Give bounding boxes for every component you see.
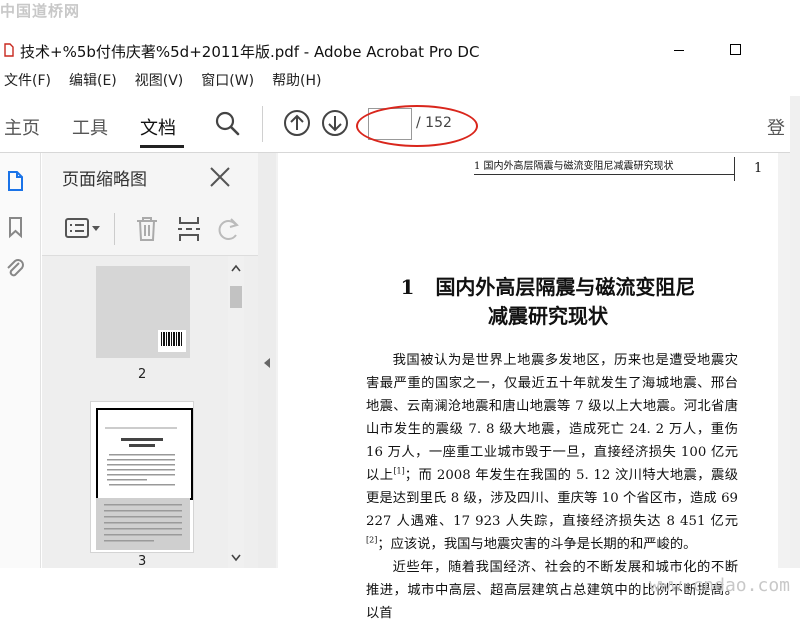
next-page-icon[interactable]: [320, 108, 350, 138]
login-button[interactable]: 登: [767, 114, 785, 140]
red-annotation-ellipse: [356, 105, 478, 147]
header-rule: [734, 157, 735, 181]
page-thumbnails-icon[interactable]: [4, 169, 26, 193]
thumbnail-selection-frame: [96, 408, 193, 500]
thumbnail-toolbar: [42, 203, 258, 256]
thumbnail-list[interactable]: 2 3: [42, 256, 258, 569]
url-watermark: www.cndao.com: [649, 575, 790, 596]
page-thumbnails-panel: 页面缩略图 2 3: [42, 153, 259, 569]
running-head: 1 国内外高层隔震与磁流变阻尼减震研究现状: [474, 157, 734, 175]
page-number: 1: [754, 161, 763, 176]
tab-document[interactable]: 文档: [140, 114, 176, 140]
document-scrollbar[interactable]: [790, 96, 800, 568]
pdf-file-icon: [4, 43, 14, 57]
tab-home[interactable]: 主页: [4, 114, 40, 140]
chapter-title: 1 国内外高层隔震与磁流变阻尼 减震研究现状: [338, 273, 758, 331]
scroll-down-icon[interactable]: [231, 554, 241, 562]
scrollbar-thumb[interactable]: [230, 286, 242, 308]
bookmark-icon[interactable]: [4, 215, 26, 239]
rotate-icon[interactable]: [216, 215, 242, 243]
scroll-up-icon[interactable]: [231, 264, 241, 272]
menu-edit[interactable]: 编辑(E): [69, 70, 117, 94]
citation: [1]: [393, 466, 405, 476]
minimize-button[interactable]: [674, 50, 684, 51]
menu-file[interactable]: 文件(F): [4, 70, 51, 94]
site-watermark: 中国道桥网: [0, 2, 81, 20]
menu-bar: 文件(F) 编辑(E) 视图(V) 窗口(W) 帮助(H): [0, 70, 340, 94]
collapse-panel-icon[interactable]: [262, 357, 272, 369]
insert-page-icon[interactable]: [176, 215, 202, 243]
maximize-button[interactable]: [730, 44, 741, 55]
title-bar: 技术+%5b付伟庆著%5d+2011年版.pdf - Adobe Acrobat…: [0, 36, 800, 66]
attachment-icon[interactable]: [4, 257, 26, 281]
toolbar-separator: [262, 106, 263, 142]
search-icon[interactable]: [212, 108, 242, 138]
close-icon[interactable]: [208, 165, 232, 189]
thumbnail-scrollbar[interactable]: [228, 256, 244, 568]
prev-page-icon[interactable]: [282, 108, 312, 138]
window-title: 技术+%5b付伟庆著%5d+2011年版.pdf - Adobe Acrobat…: [20, 43, 480, 61]
chapter-title-line1: 国内外高层隔震与磁流变阻尼: [435, 275, 696, 299]
delete-page-icon[interactable]: [134, 215, 160, 243]
menu-view[interactable]: 视图(V): [135, 70, 184, 94]
document-view[interactable]: 1 国内外高层隔震与磁流变阻尼减震研究现状 1 1 国内外高层隔震与磁流变阻尼 …: [276, 153, 790, 621]
options-menu-icon[interactable]: [64, 217, 104, 241]
document-page: 1 国内外高层隔震与磁流变阻尼减震研究现状 1 1 国内外高层隔震与磁流变阻尼 …: [278, 153, 778, 621]
active-tab-indicator: [140, 145, 184, 148]
thumbnail-overlay: [96, 498, 190, 550]
menu-help[interactable]: 帮助(H): [272, 70, 321, 94]
panel-title: 页面缩略图: [62, 170, 147, 190]
navigation-pane-strip: [0, 153, 41, 568]
thumbnail-label: 2: [138, 367, 147, 382]
barcode-image: [158, 330, 186, 352]
chapter-number: 1: [400, 275, 415, 299]
citation: [2]: [366, 535, 378, 545]
thumbnail-label: 3: [138, 554, 147, 569]
panel-splitter[interactable]: [258, 153, 276, 568]
chapter-title-line2: 减震研究现状: [488, 304, 608, 328]
tab-tools[interactable]: 工具: [72, 114, 108, 140]
thumbnail-page-2[interactable]: [96, 266, 190, 358]
menu-window[interactable]: 窗口(W): [201, 70, 254, 94]
main-toolbar: 主页 工具 文档 / 152 登: [0, 96, 790, 153]
paragraph: 我国被认为是世界上地震多发地区，历来也是遭受地震灾害最严重的国家之一，仅最近五十…: [366, 353, 738, 552]
thumb-toolbar-separator: [114, 213, 115, 245]
